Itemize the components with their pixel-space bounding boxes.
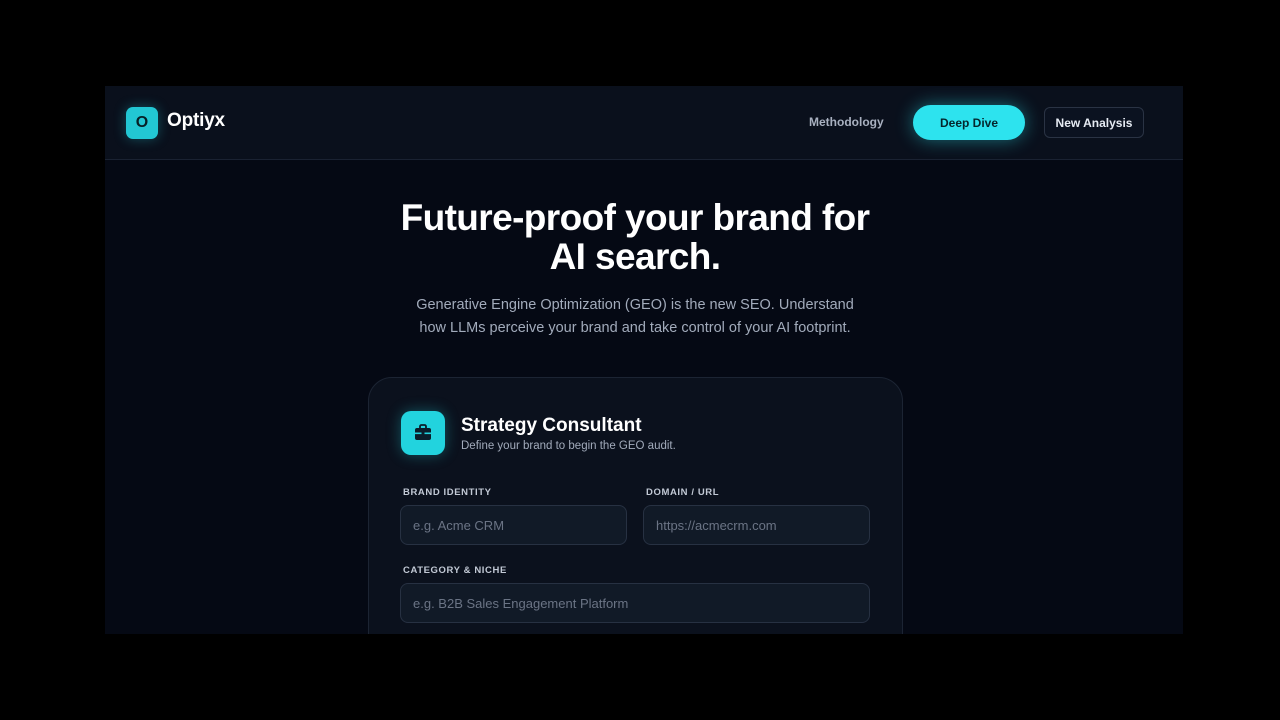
brand-identity-label: BRAND IDENTITY (403, 487, 492, 498)
deep-dive-button[interactable]: Deep Dive (913, 105, 1025, 140)
hero-title: Future-proof your brand for AI search. (105, 198, 1165, 276)
strategy-consultant-card: Strategy Consultant Define your brand to… (368, 377, 903, 634)
domain-url-label: DOMAIN / URL (646, 487, 720, 498)
app-window: O Optiyx Methodology Deep Dive New Analy… (105, 86, 1183, 634)
nav-methodology-link[interactable]: Methodology (809, 115, 884, 129)
top-navbar: O Optiyx Methodology Deep Dive New Analy… (105, 86, 1183, 160)
brand-name[interactable]: Optiyx (167, 110, 225, 132)
logo-icon[interactable]: O (126, 107, 158, 139)
hero-title-line-1: Future-proof your brand for (400, 197, 870, 238)
domain-url-input[interactable] (643, 505, 870, 545)
briefcase-icon (401, 411, 445, 455)
hero-subtitle-line-1: Generative Engine Optimization (GEO) is … (416, 297, 854, 313)
logo-letter: O (135, 114, 149, 131)
hero-title-line-2: AI search. (549, 236, 721, 277)
card-title: Strategy Consultant (461, 415, 642, 436)
category-niche-label: CATEGORY & NICHE (403, 565, 507, 576)
new-analysis-button[interactable]: New Analysis (1044, 107, 1144, 138)
hero-subtitle-line-2: how LLMs perceive your brand and take co… (419, 320, 851, 336)
card-subtitle: Define your brand to begin the GEO audit… (461, 440, 676, 452)
category-niche-input[interactable] (400, 583, 870, 623)
hero-subtitle: Generative Engine Optimization (GEO) is … (395, 294, 875, 340)
brand-identity-input[interactable] (400, 505, 627, 545)
